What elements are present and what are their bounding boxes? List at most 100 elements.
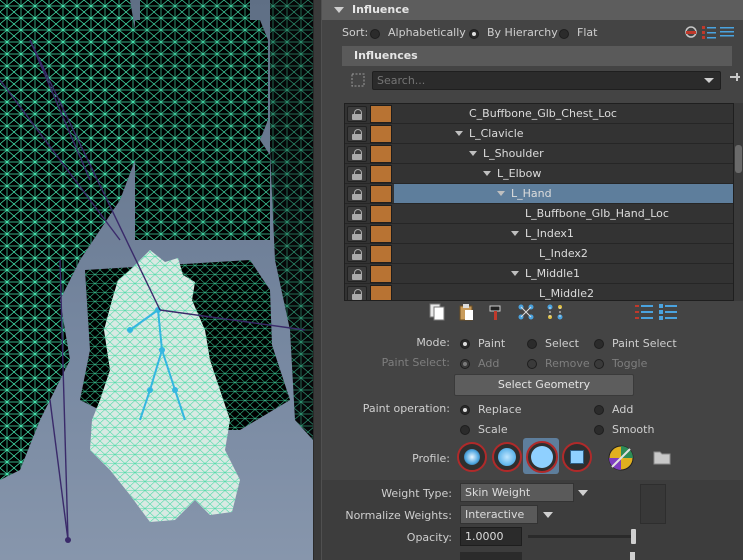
sort-by-hierarchy-radio[interactable] <box>469 27 479 40</box>
lock-icon[interactable] <box>347 106 367 122</box>
paint-op-smooth-radio[interactable] <box>594 423 604 436</box>
opacity-slider-track[interactable] <box>528 535 636 538</box>
mode-select-label: Select <box>545 337 579 350</box>
paint-op-replace-radio[interactable] <box>460 403 470 416</box>
mode-label: Mode: <box>416 336 450 349</box>
influence-color-swatch[interactable] <box>370 225 392 243</box>
expand-arrow-icon[interactable] <box>483 171 491 176</box>
sort-by-hierarchy-label: By Hierarchy <box>487 26 558 39</box>
collapse-arrow-icon[interactable] <box>334 7 344 13</box>
search-input[interactable] <box>377 74 697 87</box>
tree-row[interactable]: L_Index1 <box>345 224 733 244</box>
profile-gaussian-brush-icon[interactable] <box>457 442 487 472</box>
tree-row[interactable]: L_Middle2 <box>345 284 733 300</box>
scrollbar-thumb[interactable] <box>735 145 742 173</box>
normalize-weights-dropdown[interactable]: Interactive <box>460 505 538 524</box>
lock-icon[interactable] <box>347 166 367 182</box>
mode-paint-radio[interactable] <box>460 337 470 350</box>
paint-select-remove-label: Remove <box>545 357 590 370</box>
influence-color-swatch[interactable] <box>370 185 392 203</box>
expand-arrow-icon[interactable] <box>469 151 477 156</box>
paint-op-replace-label: Replace <box>478 403 522 416</box>
paint-select-remove-radio[interactable] <box>527 357 537 370</box>
remove-influence-list-icon[interactable] <box>659 303 677 321</box>
influence-search-field[interactable] <box>372 71 721 90</box>
influence-color-swatch[interactable] <box>370 265 392 283</box>
tree-row-selected[interactable]: L_Hand <box>345 184 733 204</box>
select-all-icon[interactable] <box>351 73 365 87</box>
pin-icon[interactable] <box>728 70 742 84</box>
mode-paint-select-radio[interactable] <box>594 337 604 350</box>
viewport-3d[interactable] <box>0 0 313 560</box>
list-options-icon[interactable] <box>702 25 716 39</box>
profile-label: Profile: <box>412 452 450 465</box>
lock-icon[interactable] <box>347 126 367 142</box>
lock-icon[interactable] <box>347 286 367 300</box>
opacity-slider-handle[interactable] <box>631 529 636 544</box>
tree-row[interactable]: L_Buffbone_Glb_Hand_Loc <box>345 204 733 224</box>
influence-color-swatch[interactable] <box>370 105 392 123</box>
influence-section-header[interactable]: Influence <box>322 0 743 20</box>
chevron-down-icon[interactable] <box>543 512 553 518</box>
tree-row[interactable]: L_Middle1 <box>345 264 733 284</box>
profile-soft-brush-icon[interactable] <box>492 442 522 472</box>
paint-op-add-radio[interactable] <box>594 403 604 416</box>
paint-select-toggle-radio[interactable] <box>594 357 604 370</box>
influence-color-swatch[interactable] <box>370 165 392 183</box>
move-weights-icon[interactable] <box>517 303 535 321</box>
opacity-field[interactable]: 1.0000 <box>460 527 522 546</box>
paint-op-scale-label: Scale <box>478 423 508 436</box>
next-field-partial <box>460 552 522 560</box>
paint-select-add-radio[interactable] <box>460 357 470 370</box>
sort-alphabetically-radio[interactable] <box>370 27 380 40</box>
lock-icon[interactable] <box>347 246 367 262</box>
influence-color-swatch[interactable] <box>370 125 392 143</box>
paint-op-scale-radio[interactable] <box>460 423 470 436</box>
lock-icon[interactable] <box>347 146 367 162</box>
influence-color-swatch[interactable] <box>370 205 392 223</box>
tree-row[interactable]: C_Buffbone_Glb_Chest_Loc <box>345 104 733 124</box>
tree-scrollbar[interactable] <box>734 103 743 301</box>
influence-tree[interactable]: C_Buffbone_Glb_Chest_Loc L_Clavicle L_Sh… <box>344 103 734 301</box>
settings-side-panel <box>640 484 666 524</box>
show-influences-icon[interactable] <box>546 303 564 321</box>
weight-hammer-icon[interactable] <box>488 303 506 321</box>
folder-icon[interactable] <box>653 449 671 465</box>
paint-select-toggle-label: Toggle <box>612 357 648 370</box>
tree-row[interactable]: L_Index2 <box>345 244 733 264</box>
lock-icon[interactable] <box>347 226 367 242</box>
weight-type-dropdown[interactable]: Skin Weight <box>460 483 574 502</box>
influence-color-swatch[interactable] <box>370 245 392 263</box>
influence-color-swatch[interactable] <box>370 285 392 300</box>
tree-row[interactable]: L_Clavicle <box>345 124 733 144</box>
lock-icon[interactable] <box>347 206 367 222</box>
tree-row[interactable]: L_Shoulder <box>345 144 733 164</box>
influence-color-swatch[interactable] <box>370 145 392 163</box>
influences-header-label: Influences <box>354 49 418 62</box>
lock-icon[interactable] <box>347 186 367 202</box>
copy-weights-icon[interactable] <box>428 303 446 321</box>
influence-name: C_Buffbone_Glb_Chest_Loc <box>469 107 617 120</box>
profile-square-brush-icon[interactable] <box>562 442 592 472</box>
mode-select-radio[interactable] <box>527 337 537 350</box>
paste-weights-icon[interactable] <box>457 303 475 321</box>
select-geometry-button[interactable]: Select Geometry <box>454 374 634 396</box>
expand-arrow-icon[interactable] <box>455 131 463 136</box>
refresh-influences-icon[interactable] <box>684 25 698 39</box>
profile-solid-brush-icon[interactable] <box>526 441 558 473</box>
add-influence-list-icon[interactable] <box>635 303 653 321</box>
expand-arrow-icon[interactable] <box>511 271 519 276</box>
chevron-down-icon[interactable] <box>578 490 588 496</box>
lock-icon[interactable] <box>347 266 367 282</box>
influence-name: L_Middle2 <box>539 287 594 300</box>
sort-flat-radio[interactable] <box>559 27 569 40</box>
panel-splitter[interactable] <box>313 0 322 560</box>
sort-settings-icon[interactable] <box>720 25 734 39</box>
expand-arrow-icon[interactable] <box>497 191 505 196</box>
custom-brush-icon[interactable] <box>607 444 635 472</box>
influence-name: L_Buffbone_Glb_Hand_Loc <box>525 207 669 220</box>
chevron-down-icon[interactable] <box>704 78 714 83</box>
expand-arrow-icon[interactable] <box>511 231 519 236</box>
tree-row[interactable]: L_Elbow <box>345 164 733 184</box>
mode-paint-label: Paint <box>478 337 506 350</box>
